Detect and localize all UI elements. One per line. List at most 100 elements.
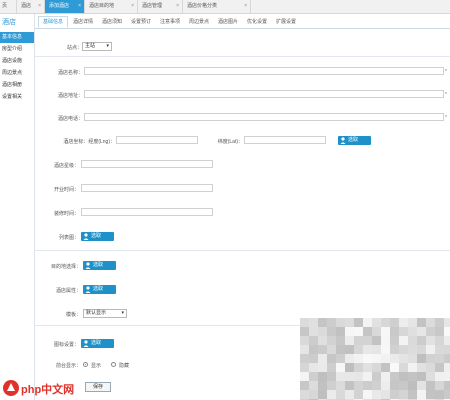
mosaic-tile [417, 327, 426, 336]
mosaic-tile [417, 354, 426, 363]
sidebar-item-facilities[interactable]: 酒店设施 [0, 56, 34, 67]
mosaic-tile [327, 345, 336, 354]
mosaic-tile [345, 354, 354, 363]
required-mark: * [445, 92, 447, 98]
tab-label: 页 [2, 3, 8, 9]
mosaic-tile [309, 363, 318, 372]
close-icon[interactable]: × [38, 0, 41, 13]
mosaic-tile [300, 390, 309, 399]
mosaic-tile [300, 336, 309, 345]
mosaic-tile [444, 318, 450, 327]
mosaic-tile [318, 345, 327, 354]
subtab-nearby[interactable]: 周边景点 [186, 17, 212, 27]
mosaic-tile [363, 381, 372, 390]
mosaic-tile [309, 390, 318, 399]
hotel-name-input[interactable] [84, 67, 444, 75]
subtab-basic[interactable]: 基础信息 [38, 16, 68, 28]
mosaic-tile [381, 381, 390, 390]
star-input[interactable] [81, 160, 213, 168]
mosaic-tile [435, 354, 444, 363]
destination-pick-button[interactable]: 选取 [83, 261, 116, 270]
hotel-phone-input[interactable] [84, 113, 444, 121]
open-time-label: 开业时间： [53, 187, 79, 193]
mosaic-tile [372, 381, 381, 390]
mosaic-tile [309, 354, 318, 363]
sidebar-item-nearby[interactable]: 周边景点 [0, 68, 34, 79]
show-yes-radio[interactable] [83, 362, 88, 367]
mosaic-tile [327, 390, 336, 399]
tab-hotel-price-category[interactable]: 酒店价格分类 × [183, 0, 251, 13]
mosaic-tile [381, 336, 390, 345]
subtab-seo[interactable]: 优化设置 [244, 17, 270, 27]
mosaic-tile [336, 336, 345, 345]
phone-label: 酒店电话： [57, 116, 83, 122]
sidebar-item-settings[interactable]: 设置相关 [0, 92, 34, 103]
mosaic-tile [444, 345, 450, 354]
tab-home[interactable]: 页 [0, 0, 17, 13]
mosaic-tile [426, 318, 435, 327]
open-time-input[interactable] [81, 184, 213, 192]
latitude-input[interactable] [244, 136, 326, 144]
mosaic-tile [345, 318, 354, 327]
tab-add-hotel[interactable]: 添加酒店 × [45, 0, 85, 13]
mosaic-tile [318, 372, 327, 381]
mosaic-tile [354, 327, 363, 336]
subtab-notice[interactable]: 酒店须知 [99, 17, 125, 27]
close-icon[interactable]: × [244, 0, 247, 13]
sidebar-item-basic[interactable]: 基本信息 [0, 32, 34, 43]
mosaic-tile [309, 345, 318, 354]
tab-hotel-destination[interactable]: 酒店目的地 × [85, 0, 138, 13]
mosaic-tile [417, 345, 426, 354]
upload-pick-button[interactable]: 选取 [81, 232, 114, 241]
show-no-radio[interactable] [111, 362, 116, 367]
mosaic-tile [408, 372, 417, 381]
mosaic-tile [318, 336, 327, 345]
tab-hotel-manage[interactable]: 酒店管理 × [138, 0, 183, 13]
subtab-attention[interactable]: 注意事项 [157, 17, 183, 27]
php-logo-icon [3, 380, 19, 396]
theme-pick-button[interactable]: 选取 [83, 285, 116, 294]
mosaic-tile [390, 381, 399, 390]
mosaic-tile [444, 336, 450, 345]
mosaic-tile [345, 345, 354, 354]
close-icon[interactable]: × [176, 0, 179, 13]
mosaic-tile [372, 354, 381, 363]
mosaic-tile [300, 363, 309, 372]
map-pick-button[interactable]: 选取 [338, 136, 371, 145]
sidebar-item-rooms[interactable]: 房型介绍 [0, 44, 34, 55]
subtab-booking[interactable]: 设置预订 [128, 17, 154, 27]
mosaic-tile [363, 354, 372, 363]
template-select[interactable]: 默认显示 ▾ [83, 309, 127, 318]
mosaic-tile [381, 363, 390, 372]
hotel-address-input[interactable] [84, 90, 444, 98]
tab-hotel[interactable]: 酒店 × [17, 0, 45, 13]
save-button[interactable]: 保存 [85, 382, 111, 392]
top-tab-bar: 页 酒店 × 添加酒店 × 酒店目的地 × 酒店管理 × 酒店价格分类 × [0, 0, 450, 14]
mosaic-tile [417, 390, 426, 399]
owner-select[interactable]: 主站 ▾ [82, 42, 112, 51]
subtab-images[interactable]: 酒店图片 [215, 17, 241, 27]
subtab-detail[interactable]: 酒店详情 [70, 17, 96, 27]
mosaic-tile [336, 363, 345, 372]
renovate-time-input[interactable] [81, 208, 213, 216]
subtab-extend[interactable]: 扩展设置 [273, 17, 299, 27]
show-label: 前台显示： [55, 363, 81, 369]
longitude-input[interactable] [116, 136, 198, 144]
map-pick-label: 选取 [348, 137, 359, 143]
close-icon[interactable]: × [131, 0, 134, 13]
mosaic-tile [372, 327, 381, 336]
mosaic-tile [345, 336, 354, 345]
icon-pick-button[interactable]: 选取 [81, 339, 114, 348]
mosaic-tile [399, 372, 408, 381]
mosaic-tile [390, 390, 399, 399]
close-icon[interactable]: × [78, 0, 81, 13]
user-icon [83, 233, 89, 240]
mosaic-tile [399, 336, 408, 345]
sidebar-item-album[interactable]: 酒店相册 [0, 80, 34, 91]
address-label: 酒店地址： [57, 93, 83, 99]
mosaic-tile [354, 363, 363, 372]
mosaic-tile [372, 318, 381, 327]
mosaic-tile [399, 381, 408, 390]
destination-pick-label: 选取 [93, 262, 104, 268]
mosaic-tile [336, 372, 345, 381]
